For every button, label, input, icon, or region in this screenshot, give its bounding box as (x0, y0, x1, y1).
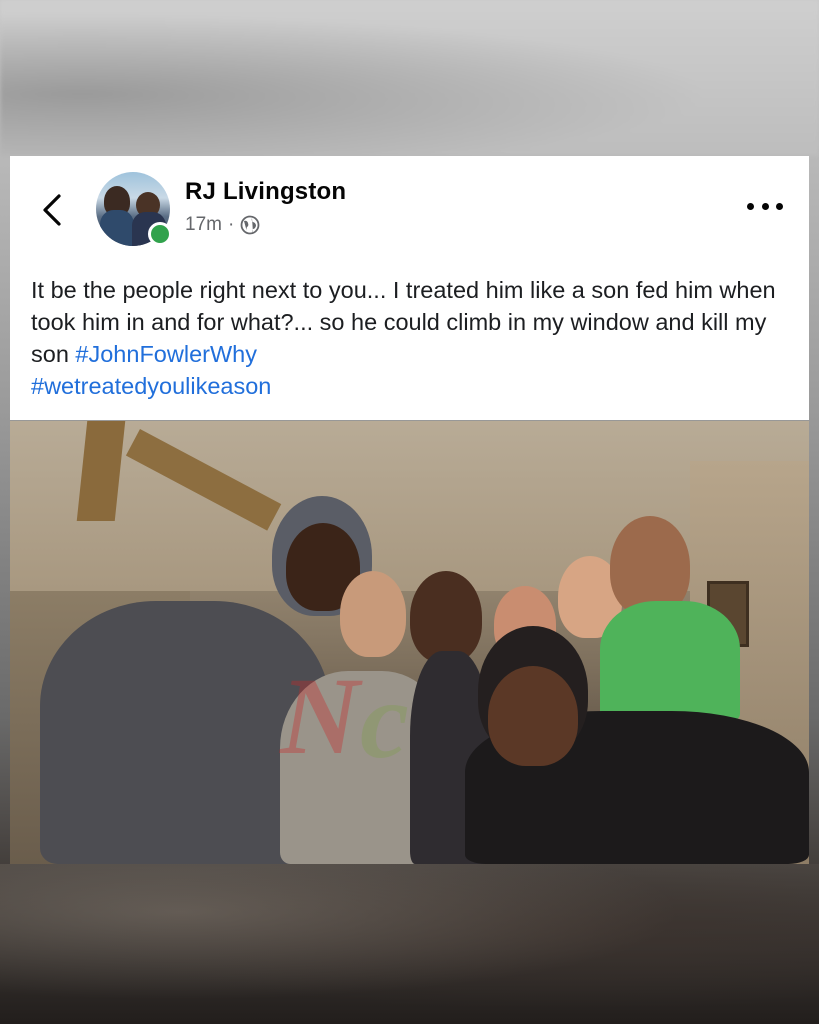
background-blur-bottom (0, 864, 819, 1024)
person-face (410, 571, 482, 663)
author-name[interactable]: RJ Livingston (185, 178, 346, 206)
watermark-logo: c (360, 659, 409, 781)
more-options-icon (747, 202, 754, 210)
chevron-left-icon (43, 194, 61, 226)
back-button[interactable] (38, 190, 66, 230)
watermark-logo: N (280, 655, 359, 777)
hashtag-link[interactable]: #JohnFowlerWhy (75, 341, 257, 367)
person-face (488, 666, 578, 766)
post-meta: 17m · (185, 214, 260, 236)
more-options-button[interactable] (747, 194, 783, 218)
person-face (340, 571, 406, 657)
background-blur-top (0, 0, 819, 156)
author-avatar[interactable] (96, 172, 172, 246)
post-photo[interactable]: N c (10, 421, 809, 864)
meta-separator: · (227, 214, 235, 235)
person-body (600, 601, 740, 721)
post-time[interactable]: 17m (185, 214, 222, 236)
online-status-dot (148, 222, 172, 246)
post-card: RJ Livingston 17m · It be the people rig… (10, 156, 809, 420)
globe-icon[interactable] (240, 215, 260, 235)
more-options-dot (761, 202, 769, 210)
hashtag-link[interactable]: #wetreatedyoulikeason (31, 373, 271, 399)
more-options-dot (776, 202, 783, 210)
post-body: It be the people right next to you... I … (31, 274, 791, 402)
